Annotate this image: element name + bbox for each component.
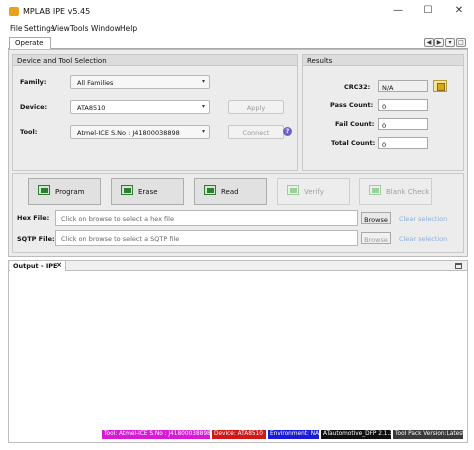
- hex-clear-selection-link[interactable]: Clear selection: [399, 215, 447, 223]
- clipboard-icon: [437, 83, 445, 91]
- hex-file-label: Hex File:: [17, 214, 50, 222]
- erase-button[interactable]: Erase: [111, 178, 184, 205]
- pass-count-value: 0: [378, 99, 428, 111]
- read-icon-chip: [207, 188, 214, 193]
- program-button-label: Program: [55, 188, 85, 196]
- device-select-value: ATA8510: [77, 104, 106, 112]
- tool-select-value: Atmel-ICE S.No : J41800038898: [77, 129, 180, 137]
- results-group: Results: [302, 54, 464, 171]
- pass-count-label: Pass Count:: [330, 101, 374, 109]
- tool-select[interactable]: Atmel-ICE S.No : J41800038898 ▾: [70, 125, 210, 139]
- copy-crc-button[interactable]: [433, 80, 447, 92]
- tab-scroll-left-icon[interactable]: ◀: [424, 38, 434, 47]
- total-count-label: Total Count:: [331, 139, 376, 147]
- tab-maximize-icon[interactable]: □: [456, 38, 466, 47]
- blank-check-button[interactable]: Blank Check: [359, 178, 432, 205]
- menu-help[interactable]: Help: [120, 24, 137, 33]
- total-count-value: 0: [378, 137, 428, 149]
- hex-browse-button[interactable]: Browse: [361, 212, 391, 224]
- read-button-label: Read: [221, 188, 239, 196]
- minimize-button[interactable]: —: [387, 4, 409, 18]
- apply-button[interactable]: Apply: [228, 100, 284, 114]
- menu-view[interactable]: View: [52, 24, 70, 33]
- app-logo-icon: [9, 7, 19, 16]
- maximize-button[interactable]: ☐: [417, 4, 439, 18]
- verify-button[interactable]: Verify: [277, 178, 350, 205]
- blank-check-icon-chip: [372, 188, 379, 193]
- tab-strip: [8, 36, 468, 49]
- device-label: Device:: [20, 103, 48, 111]
- program-icon-chip: [41, 188, 48, 193]
- verify-button-label: Verify: [304, 188, 324, 196]
- close-icon[interactable]: ×: [56, 261, 62, 269]
- status-device: Device: ATA8510: [212, 430, 266, 439]
- sqtp-file-input[interactable]: Click on browse to select a SQTP file: [55, 230, 358, 246]
- menu-bar: File Settings View Tools Window Help: [0, 22, 474, 35]
- device-select[interactable]: ATA8510 ▾: [70, 100, 210, 114]
- chevron-down-icon: ▾: [201, 128, 205, 135]
- tool-label: Tool:: [20, 128, 38, 136]
- blank-check-button-label: Blank Check: [386, 188, 430, 196]
- output-console[interactable]: [8, 271, 468, 443]
- status-tool: Tool: Atmel-ICE S.No : J41800038898: [102, 430, 210, 439]
- tab-operate[interactable]: Operate: [9, 37, 51, 49]
- status-pack: ATautomotive_DFP 2.1.39: [321, 430, 391, 439]
- chevron-down-icon: ▾: [201, 78, 205, 85]
- device-tool-header: Device and Tool Selection: [13, 55, 297, 66]
- family-label: Family:: [20, 78, 47, 86]
- fail-count-value: 0: [378, 118, 428, 130]
- erase-button-label: Erase: [138, 188, 158, 196]
- close-button[interactable]: ✕: [448, 4, 470, 18]
- window-title: MPLAB IPE v5.45: [23, 7, 91, 16]
- menu-window[interactable]: Window: [91, 24, 121, 33]
- output-tab-label: Output - IPE: [13, 262, 58, 270]
- verify-icon-chip: [290, 188, 297, 193]
- family-select-value: All Families: [77, 79, 114, 87]
- crc32-label: CRC32:: [344, 83, 371, 91]
- status-tool-pack: Tool Pack Version:Latest: [393, 430, 463, 439]
- chevron-down-icon: ▾: [201, 103, 205, 110]
- program-button[interactable]: Program: [28, 178, 101, 205]
- crc32-value: N/A: [378, 80, 428, 92]
- fail-count-label: Fail Count:: [335, 120, 375, 128]
- sqtp-file-label: SQTP File:: [17, 235, 55, 243]
- status-environment: Environment: NA: [268, 430, 319, 439]
- menu-settings[interactable]: Settings: [24, 24, 55, 33]
- output-header: [8, 260, 468, 271]
- family-select[interactable]: All Families ▾: [70, 75, 210, 89]
- menu-file[interactable]: File: [10, 24, 23, 33]
- tab-scroll-right-icon[interactable]: ▶: [434, 38, 444, 47]
- output-tab[interactable]: Output - IPE ×: [10, 261, 66, 271]
- results-header: Results: [303, 55, 463, 66]
- tab-list-dropdown-icon[interactable]: ▾: [445, 38, 455, 47]
- menu-tools[interactable]: Tools: [70, 24, 88, 33]
- erase-icon-chip: [124, 188, 131, 193]
- help-icon[interactable]: ?: [283, 127, 292, 136]
- sqtp-browse-button[interactable]: Browse: [361, 232, 391, 244]
- hex-file-input[interactable]: Click on browse to select a hex file: [55, 210, 358, 226]
- sqtp-clear-selection-link[interactable]: Clear selection: [399, 235, 447, 243]
- read-button[interactable]: Read: [194, 178, 267, 205]
- output-maximize-icon[interactable]: [455, 263, 462, 269]
- connect-button[interactable]: Connect: [228, 125, 284, 139]
